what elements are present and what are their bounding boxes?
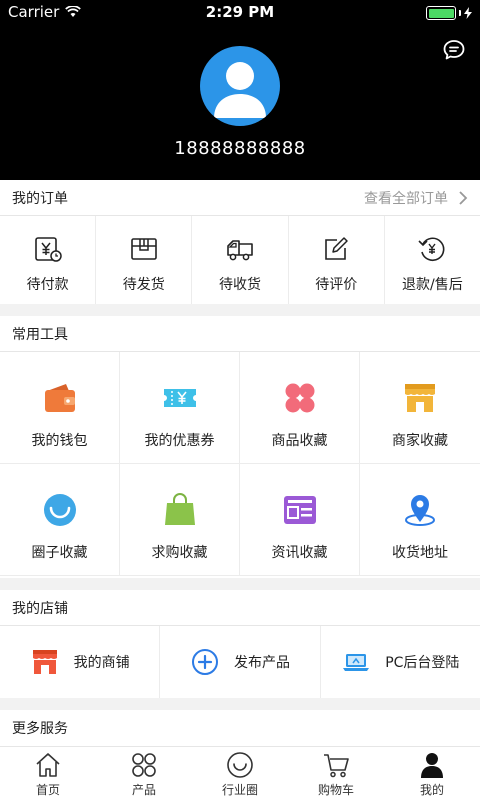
plus-circle-icon [191,649,218,675]
view-all-label: 查看全部订单 [364,191,448,207]
order-label: 待评价 [315,277,358,293]
cart-icon [324,754,349,778]
tool-label: 求购收藏 [151,545,208,561]
publish-product-button[interactable]: 发布产品 [160,626,321,698]
my-shop-button[interactable]: 我的商铺 [0,626,161,698]
tab-label: 我的 [419,783,444,797]
tool-label: 我的优惠券 [144,433,215,449]
news-icon [283,496,316,524]
shopping-bag-icon [164,493,195,525]
more-services-title: 更多服务 [12,721,68,737]
tool-label: 收货地址 [392,545,448,561]
order-label: 待发货 [122,277,165,293]
tab-industry-circle[interactable]: 行业圈 [192,747,288,800]
tab-cart[interactable]: 购物车 [288,747,384,800]
message-icon[interactable] [442,38,466,62]
shop-header: 我的店铺 [0,590,480,626]
tab-label: 行业圈 [221,783,258,797]
tools-grid: 我的钱包 我的优惠券 商品收藏 商家收藏 圈子收藏 求购收藏 资讯收藏 收货地址 [0,352,480,578]
order-pending-shipment[interactable]: 待发货 [96,216,193,304]
tool-label: 圈子收藏 [31,545,88,561]
chevron-right-icon [459,191,468,205]
order-label: 待收货 [219,277,261,293]
tab-products[interactable]: 产品 [96,747,192,800]
shop-title: 我的店铺 [12,600,68,617]
shop-icon [32,650,57,674]
shop-row: 我的商铺 发布产品 PC后台登陆 [0,626,480,698]
order-pending-payment[interactable]: 待付款 [0,216,97,304]
tool-wallet[interactable]: 我的钱包 [0,352,120,464]
tab-home[interactable]: 首页 [0,747,96,800]
store-icon [405,384,435,412]
more-services-header: 更多服务 [0,710,480,746]
tool-label: 商品收藏 [271,433,328,449]
profile-page: Carrier 2:29 PM 18888888888 我的订单 查看全部订单 … [0,0,480,800]
tool-purchase-favorites[interactable]: 求购收藏 [120,464,240,576]
tab-mine[interactable]: 我的 [384,747,480,800]
location-pin-icon [405,495,435,526]
tab-label: 产品 [131,783,156,797]
refund-icon [418,237,445,261]
status-bar: Carrier 2:29 PM [0,0,480,26]
tool-store-favorites[interactable]: 商家收藏 [360,352,480,464]
battery-icon [426,6,472,20]
tool-label: 资讯收藏 [271,545,328,561]
home-icon [36,753,60,777]
order-pending-review[interactable]: 待评价 [289,216,385,304]
package-icon [130,238,157,260]
wallet-yen-icon [34,237,62,262]
user-icon [421,753,443,778]
default-avatar-icon [214,62,266,118]
shop-label: PC后台登陆 [385,655,460,671]
order-refund[interactable]: 退款/售后 [385,216,480,304]
coupon-icon [163,389,196,407]
order-status-row: 待付款 待发货 待收货 待评价 退款/售后 [0,216,480,304]
order-pending-receipt[interactable]: 待收货 [192,216,289,304]
tools-title: 常用工具 [12,326,68,343]
tool-label: 我的钱包 [31,433,88,449]
order-label: 待付款 [26,277,69,293]
tool-news-favorites[interactable]: 资讯收藏 [240,464,360,576]
truck-icon [227,240,253,261]
status-time: 2:29 PM [205,3,275,21]
bottom-tab-bar: 首页 产品 行业圈 购物车 我的 [0,746,480,800]
shop-label: 我的商铺 [73,655,130,671]
avatar[interactable] [200,46,280,126]
clover-icon [285,383,314,413]
smile-icon [227,752,253,778]
tools-header: 常用工具 [0,316,480,352]
profile-header: Carrier 2:29 PM 18888888888 [0,0,480,180]
laptop-icon [343,654,370,671]
order-label: 退款/售后 [402,277,463,293]
grid-icon [132,753,156,777]
tool-coupon[interactable]: 我的优惠券 [120,352,240,464]
orders-header: 我的订单 查看全部订单 [0,180,480,216]
smile-circle-icon [43,494,76,526]
phone-number: 18888888888 [174,138,306,159]
pen-icon [325,237,348,260]
charging-icon [464,7,472,19]
view-all-orders-link[interactable]: 查看全部订单 [364,180,468,216]
orders-title: 我的订单 [12,190,68,207]
tab-label: 购物车 [317,783,354,797]
tool-shipping-address[interactable]: 收货地址 [360,464,480,576]
tab-label: 首页 [35,783,60,797]
shop-label: 发布产品 [233,655,290,671]
tool-circle-favorites[interactable]: 圈子收藏 [0,464,120,576]
wallet-icon [44,384,75,412]
tool-product-favorites[interactable]: 商品收藏 [240,352,360,464]
tool-label: 商家收藏 [392,433,448,449]
pc-admin-login-button[interactable]: PC后台登陆 [321,626,480,698]
